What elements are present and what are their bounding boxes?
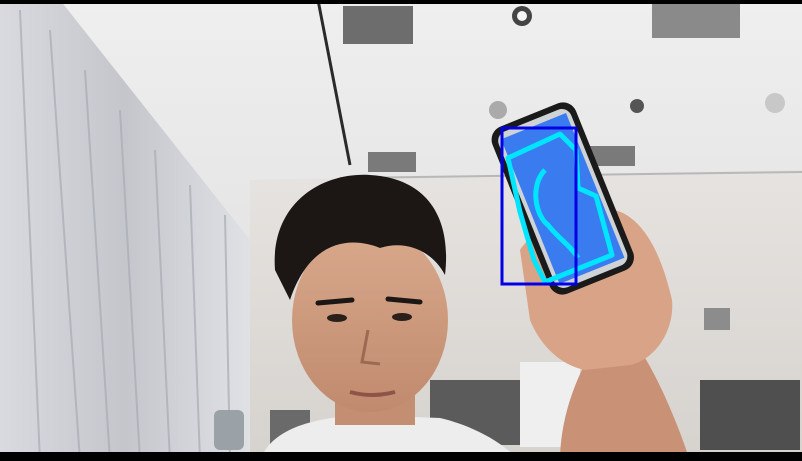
frame-edge: [0, 0, 802, 4]
ceiling-vent: [368, 152, 416, 172]
eye: [327, 314, 347, 322]
ceiling-vent: [343, 6, 413, 44]
water-cooler: [214, 410, 244, 450]
ceiling-vent: [652, 4, 740, 38]
ceiling-light: [630, 99, 644, 113]
webcam-frame: [0, 0, 802, 461]
ceiling-light: [489, 101, 507, 119]
stacked-chairs: [700, 380, 800, 450]
ceiling-light: [765, 93, 785, 113]
frame-edge: [0, 452, 802, 461]
room-scene: [0, 0, 802, 461]
eye: [392, 313, 412, 321]
wall-speaker: [704, 308, 730, 330]
